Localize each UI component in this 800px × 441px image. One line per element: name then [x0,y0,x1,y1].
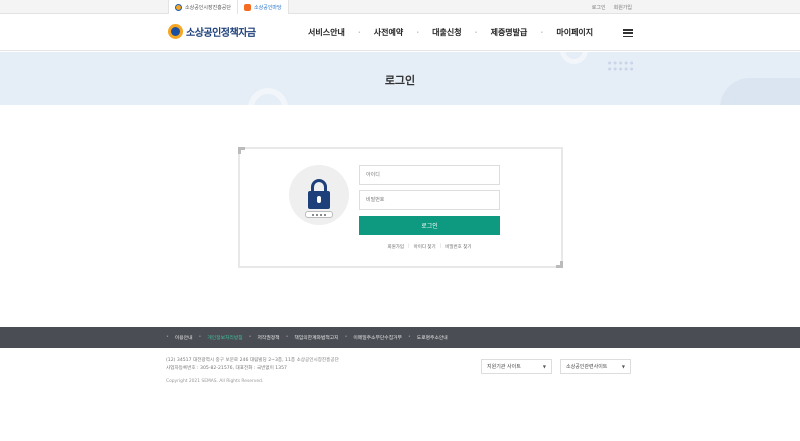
util-login-link[interactable]: 로그인 [592,4,606,11]
footer-link-address[interactable]: 도로명주소안내 [417,334,448,341]
login-panel: 로그인 회원가입 | 아이디 찾기 | 비밀번호 찾기 [238,147,563,268]
find-password-link[interactable]: 비밀번호 찾기 [445,244,471,250]
banner-decoration [248,88,288,105]
footer-address: (12) 34517 대전광역시 중구 보문로 246 대림빌딩 2~3층, 1… [166,357,339,373]
page-banner: ●●●●● ●●●●● 로그인 [0,52,800,105]
link-separator: | [439,244,442,249]
caret-down-icon: ▼ [542,364,546,369]
footer-menu: • 이용안내 • 개인정보처리방침 • 저작권정책 • 책임의한계와법적고지 • 이메일주… [166,334,448,341]
join-link[interactable]: 회원가입 [387,244,404,250]
nav-separator: • [540,29,544,36]
semas-logo-icon [175,3,182,11]
page-title: 로그인 [384,74,416,87]
lock-keyhole [317,196,321,203]
family-link-madang[interactable]: 소상공인마당 [238,0,289,14]
footer-link-email-refuse[interactable]: 이메일주소무단수집거부 [353,334,402,341]
related-site-select[interactable]: 소상공인관련사이트 ▼ [560,359,631,374]
nav-loan-apply[interactable]: 대출신청 [424,27,469,38]
nav-mypage[interactable]: 마이페이지 [548,27,601,38]
footer-menu-bar: • 이용안내 • 개인정보처리방침 • 저작권정책 • 책임의한계와법적고지 • 이메일주… [0,327,800,348]
nav-reservation[interactable]: 사전예약 [366,27,411,38]
site-logo[interactable]: 소상공인정책자금 [168,24,256,39]
page: 소상공인시장진흥공단 소상공인마당 로그인 회원가입 소상공인정책자금 서비스안… [0,0,800,441]
main-nav: 서비스안내 • 사전예약 • 대출신청 • 제증명발급 • 마이페이지 [300,27,601,38]
nav-separator: • [416,29,420,36]
util-links: 로그인 회원가입 [592,4,632,11]
util-join-link[interactable]: 회원가입 [614,4,632,11]
nav-service-info[interactable]: 서비스안내 [300,27,353,38]
corner-decoration [238,147,245,154]
logo-text: 소상공인정책자금 [186,28,256,39]
caret-down-icon: ▼ [621,364,625,369]
login-button[interactable]: 로그인 [359,216,500,235]
nav-separator: • [474,29,478,36]
footer-link-guide[interactable]: 이용안내 [175,334,193,341]
nav-certificate[interactable]: 제증명발급 [483,27,536,38]
madang-logo-icon [244,3,252,11]
site-footer: (12) 34517 대전광역시 중구 보문로 246 대림빌딩 2~3층, 1… [0,348,800,441]
password-dots-icon [305,211,333,218]
copyright: Copyright 2021 SEMAS. All Rights Reserve… [166,379,264,384]
site-header: 소상공인정책자금 서비스안내 • 사전예약 • 대출신청 • 제증명발급 • 마… [0,14,800,51]
link-separator: | [408,244,410,249]
logo-emblem-icon [168,24,183,39]
lock-illustration [289,165,349,225]
footer-link-legal[interactable]: 책임의한계와법적고지 [294,334,338,341]
top-utility-bar: 소상공인시장진흥공단 소상공인마당 로그인 회원가입 [0,0,800,14]
login-helper-links: 회원가입 | 아이디 찾기 | 비밀번호 찾기 [359,244,500,250]
user-id-input[interactable] [359,165,500,185]
business-info-line: 사업자등록번호 : 305-82-21576, 대표전화 : 국번없이 1357 [166,366,287,371]
footer-link-privacy[interactable]: 개인정보처리방침 [207,334,242,341]
find-id-link[interactable]: 아이디 찾기 [414,244,436,250]
corner-decoration [556,261,563,268]
address-line: (12) 34517 대전광역시 중구 보문로 246 대림빌딩 2~3층, 1… [166,358,339,363]
hamburger-menu-icon[interactable] [623,29,633,37]
footer-link-copyright[interactable]: 저작권정책 [258,334,280,341]
banner-decoration: ●●●●● ●●●●● [608,60,636,71]
banner-decoration [560,52,588,64]
related-agency-select[interactable]: 지원기관 사이트 ▼ [481,359,552,374]
family-site-links: 소상공인시장진흥공단 소상공인마당 [168,0,289,14]
family-link-semas[interactable]: 소상공인시장진흥공단 [168,0,239,14]
password-input[interactable] [359,190,500,210]
nav-separator: • [357,29,361,36]
